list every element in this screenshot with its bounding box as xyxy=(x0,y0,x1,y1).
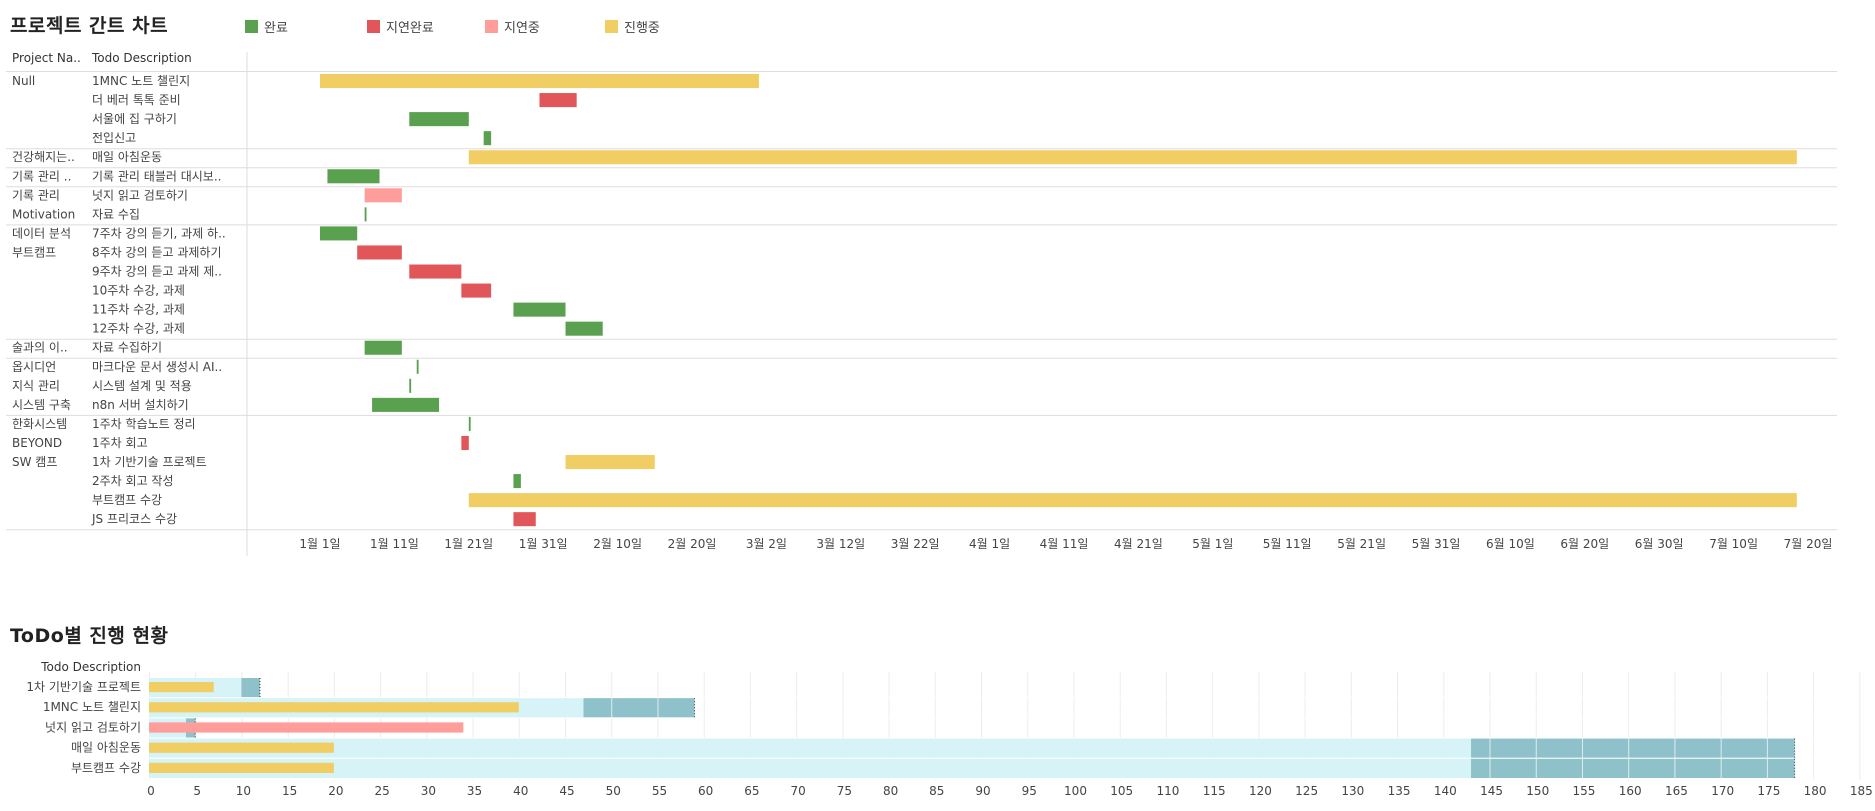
progress-x-tick-label: 150 xyxy=(1526,784,1549,798)
progress-x-tick-label: 30 xyxy=(421,784,436,798)
elapsed-bar[interactable] xyxy=(149,722,464,733)
progress-x-tick-label: 100 xyxy=(1064,784,1087,798)
progress-x-tick-label: 70 xyxy=(791,784,806,798)
progress-x-tick-label: 130 xyxy=(1341,784,1364,798)
progress-x-tick-label: 35 xyxy=(467,784,482,798)
progress-x-tick-label: 25 xyxy=(374,784,389,798)
progress-x-tick-label: 105 xyxy=(1110,784,1133,798)
progress-x-tick-label: 85 xyxy=(929,784,944,798)
progress-x-tick-label: 125 xyxy=(1295,784,1318,798)
progress-x-tick-label: 155 xyxy=(1573,784,1596,798)
progress-category-label: 1MNC 노트 챌린지 xyxy=(43,700,141,714)
elapsed-bar[interactable] xyxy=(149,682,214,693)
elapsed-bar[interactable] xyxy=(149,742,334,753)
progress-x-tick-label: 185 xyxy=(1850,784,1873,798)
progress-x-tick-label: 45 xyxy=(559,784,574,798)
progress-x-tick-label: 75 xyxy=(837,784,852,798)
progress-x-tick-label: 110 xyxy=(1156,784,1179,798)
progress-x-tick-label: 160 xyxy=(1619,784,1642,798)
progress-x-tick-label: 0 xyxy=(147,784,155,798)
progress-x-tick-label: 60 xyxy=(698,784,713,798)
progress-x-tick-label: 55 xyxy=(652,784,667,798)
remaining-band xyxy=(583,698,695,718)
remaining-band xyxy=(1471,738,1795,758)
progress-x-tick-label: 170 xyxy=(1711,784,1734,798)
progress-x-tick-label: 10 xyxy=(236,784,251,798)
elapsed-bar[interactable] xyxy=(149,702,519,713)
progress-category-label: 1차 기반기술 프로젝트 xyxy=(26,680,141,694)
progress-x-tick-label: 20 xyxy=(328,784,343,798)
progress-category-label: 넛지 읽고 검토하기 xyxy=(45,720,141,734)
progress-x-tick-label: 40 xyxy=(513,784,528,798)
progress-category-label: 매일 아침운동 xyxy=(71,741,141,755)
progress-x-tick-label: 175 xyxy=(1757,784,1780,798)
progress-x-tick-label: 140 xyxy=(1434,784,1457,798)
progress-x-tick-label: 165 xyxy=(1665,784,1688,798)
progress-x-tick-label: 80 xyxy=(883,784,898,798)
progress-x-tick-label: 90 xyxy=(975,784,990,798)
progress-x-tick-label: 95 xyxy=(1022,784,1037,798)
progress-chart: Todo Description 1차 기반기술 프로젝트 1MNC 노트 챌린지넛… xyxy=(26,660,1873,798)
progress-x-tick-label: 65 xyxy=(744,784,759,798)
progress-x-tick-label: 145 xyxy=(1480,784,1503,798)
progress-x-tick-label: 5 xyxy=(193,784,201,798)
remaining-band xyxy=(241,678,260,698)
progress-x-tick-label: 15 xyxy=(282,784,297,798)
elapsed-bar[interactable] xyxy=(149,762,334,773)
progress-x-tick-label: 135 xyxy=(1388,784,1411,798)
remaining-band xyxy=(1471,758,1795,778)
progress-x-tick-label: 120 xyxy=(1249,784,1272,798)
progress-category-label: 부트캠프 수강 xyxy=(71,761,141,775)
progress-x-tick-label: 50 xyxy=(606,784,621,798)
progress-row-header: Todo Description xyxy=(40,660,141,674)
progress-x-tick-label: 115 xyxy=(1203,784,1226,798)
progress-x-tick-label: 180 xyxy=(1804,784,1827,798)
